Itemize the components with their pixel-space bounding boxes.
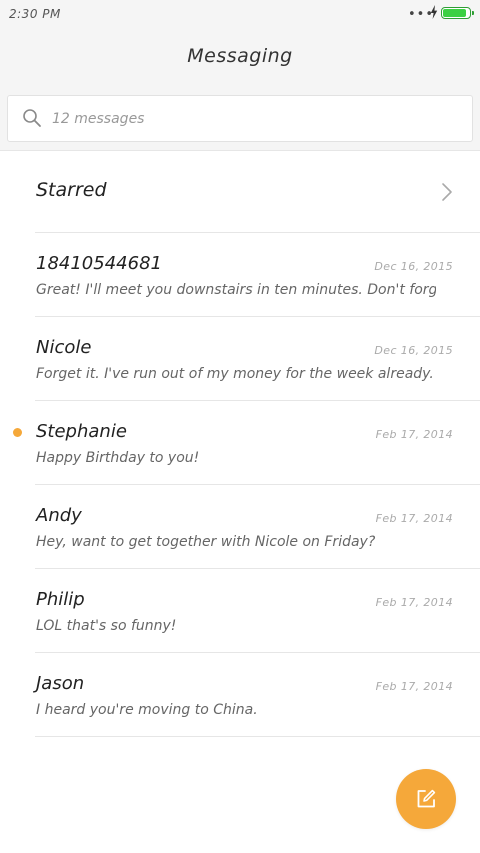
search-bar[interactable] (7, 95, 473, 142)
message-date: Feb 17, 2014 (375, 680, 453, 693)
message-preview: Forget it. I've run out of my money for … (36, 366, 434, 382)
unread-indicator (13, 428, 22, 437)
conversation-row[interactable]: Nicole Dec 16, 2015 Forget it. I've run ou… (0, 317, 480, 401)
divider (35, 736, 480, 737)
compose-icon (417, 789, 436, 808)
charging-bolt-icon (430, 5, 438, 19)
contact-name: Andy (36, 505, 82, 526)
message-preview: Happy Birthday to you! (36, 450, 200, 466)
contact-name: Jason (36, 673, 85, 694)
message-date: Feb 17, 2014 (375, 512, 453, 525)
contact-name: Stephanie (36, 421, 127, 442)
contact-name: Philip (36, 589, 85, 610)
message-preview: Great! I'll meet you downstairs in ten m… (36, 282, 436, 298)
header-area: 2:30 PM ••• Messaging (0, 0, 480, 151)
message-date: Feb 17, 2014 (375, 596, 453, 609)
contact-name: Nicole (36, 337, 92, 358)
message-date: Dec 16, 2015 (374, 344, 453, 357)
conversation-items: 18410544681 Dec 16, 2015 Great! I'll meet … (0, 233, 480, 737)
search-icon (23, 109, 41, 127)
conversation-row[interactable]: Andy Feb 17, 2014 Hey, want to get togethe… (0, 485, 480, 569)
message-preview: I heard you're moving to China. (36, 702, 258, 718)
conversation-row[interactable]: Jason Feb 17, 2014 I heard you're moving t… (0, 653, 480, 737)
message-preview: Hey, want to get together with Nicole on… (36, 534, 376, 550)
starred-row[interactable]: Starred (0, 151, 480, 233)
contact-name: 18410544681 (36, 253, 162, 274)
search-input[interactable] (52, 108, 452, 130)
conversation-list: Starred 18410544681 Dec 16, 2015 Great! I'… (0, 151, 480, 737)
conversation-row[interactable]: Stephanie Feb 17, 2014 Happy Birthday to y… (0, 401, 480, 485)
messaging-screen: 2:30 PM ••• Messaging Starred (0, 0, 480, 853)
page-title: Messaging (187, 45, 293, 67)
conversation-row[interactable]: Philip Feb 17, 2014 LOL that's so funny! (0, 569, 480, 653)
compose-button[interactable] (396, 769, 456, 829)
chevron-right-icon (442, 183, 452, 201)
conversation-row[interactable]: 18410544681 Dec 16, 2015 Great! I'll meet … (0, 233, 480, 317)
status-time: 2:30 PM (9, 7, 61, 21)
message-date: Dec 16, 2015 (374, 260, 453, 273)
status-bar: 2:30 PM ••• (0, 0, 480, 28)
message-date: Feb 17, 2014 (375, 428, 453, 441)
message-preview: LOL that's so funny! (36, 618, 177, 634)
starred-label: Starred (36, 179, 107, 201)
battery-level (443, 9, 466, 17)
battery-icon (441, 7, 474, 19)
